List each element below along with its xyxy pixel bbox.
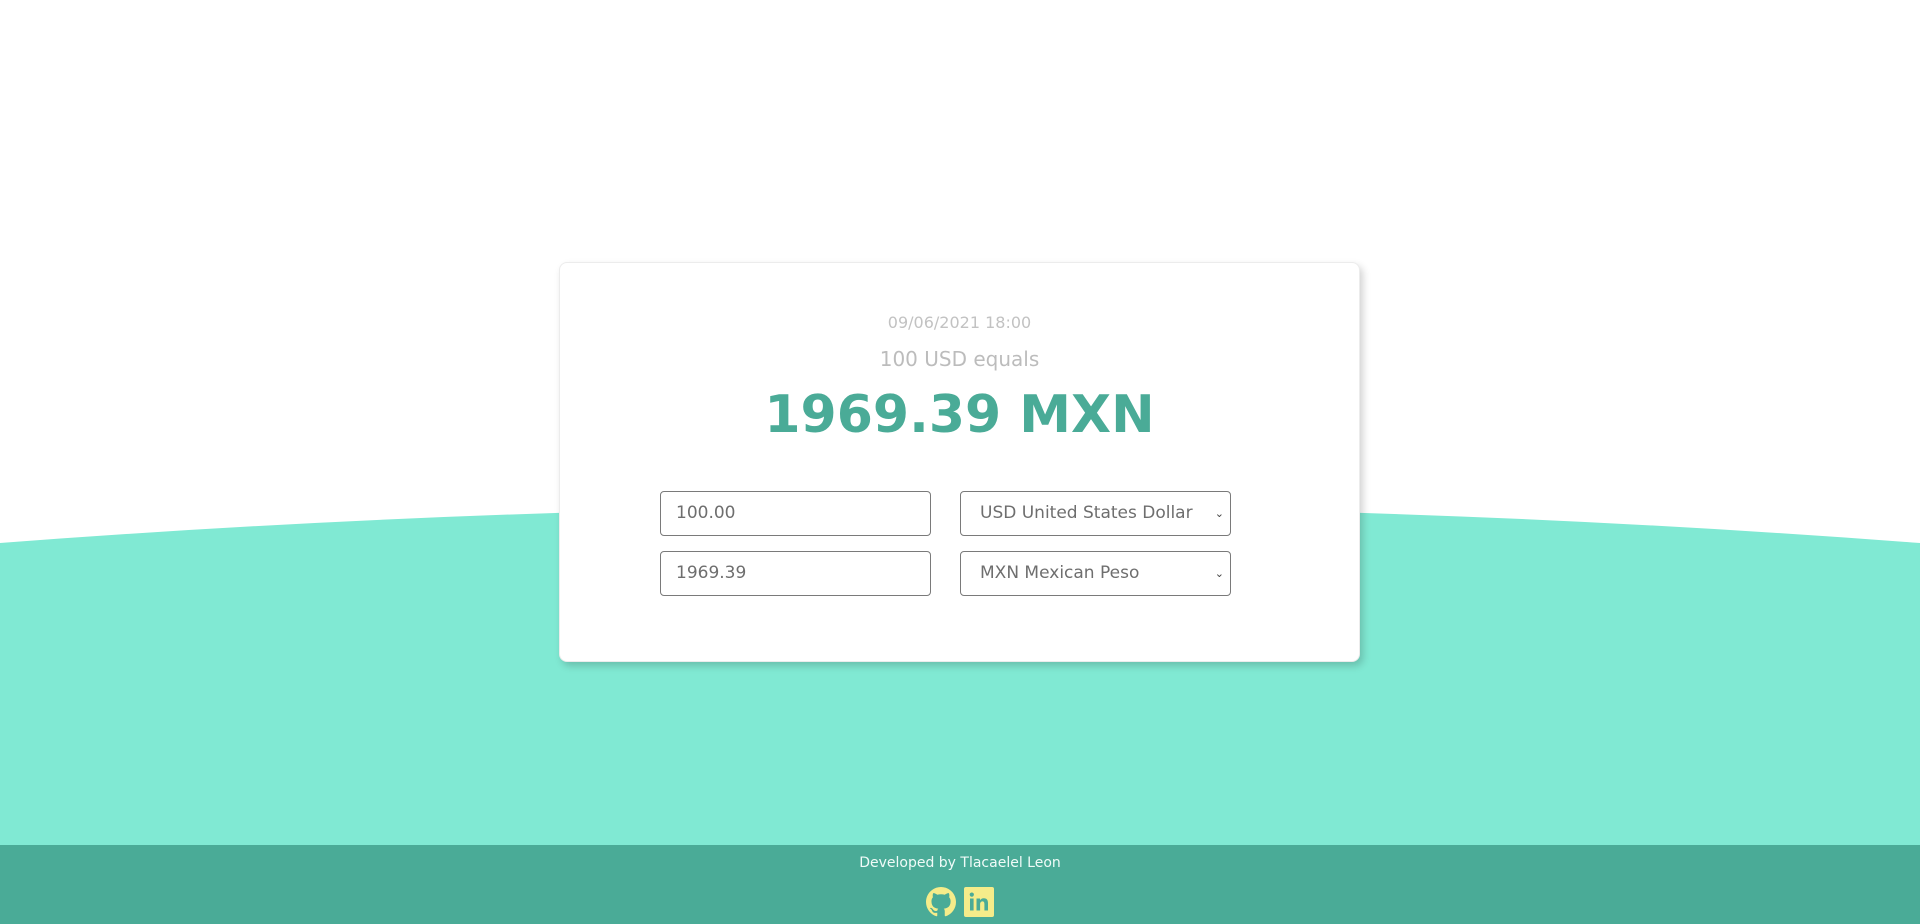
developer-credit: Developed by Tlacaelel Leon [859, 855, 1061, 871]
converter-card: 09/06/2021 18:00 100 USD equals 1969.39 … [559, 262, 1360, 662]
to-amount-value: 1969.39 [676, 563, 747, 583]
from-amount-value: 100.00 [676, 503, 736, 523]
footer: Developed by Tlacaelel Leon [0, 845, 1920, 924]
from-currency-value: USD United States Dollar [980, 503, 1193, 523]
from-amount-input[interactable]: 100.00 [660, 491, 931, 536]
to-currency-select[interactable]: MXN Mexican Peso ⌄ [960, 551, 1231, 596]
rate-timestamp: 09/06/2021 18:00 [887, 313, 1032, 332]
linkedin-icon[interactable] [964, 887, 994, 917]
page: 09/06/2021 18:00 100 USD equals 1969.39 … [0, 0, 1920, 924]
chevron-down-icon: ⌄ [1214, 567, 1224, 580]
social-links [0, 887, 1920, 917]
to-amount-input[interactable]: 1969.39 [660, 551, 931, 596]
base-amount-label: 100 USD equals [879, 347, 1040, 371]
chevron-down-icon: ⌄ [1214, 507, 1224, 520]
to-currency-value: MXN Mexican Peso [980, 563, 1140, 583]
from-currency-select[interactable]: USD United States Dollar ⌄ [960, 491, 1231, 536]
conversion-result: 1969.39 MXN [764, 385, 1155, 445]
github-icon[interactable] [926, 887, 956, 917]
